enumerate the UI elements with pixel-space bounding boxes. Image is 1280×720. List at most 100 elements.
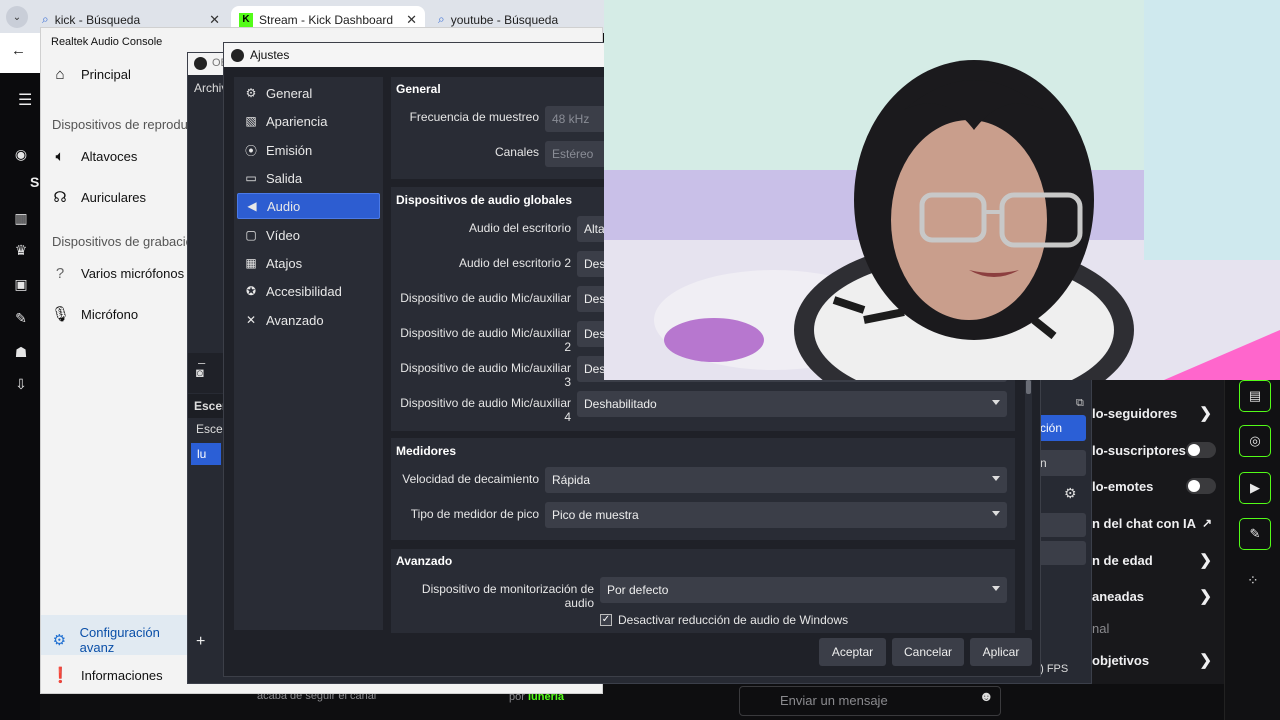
trophy-icon[interactable]: ♛	[12, 241, 30, 259]
nav-video[interactable]: ▢ Vídeo	[237, 222, 380, 248]
kick-setting-goals[interactable]: objetivos ❯	[1092, 648, 1224, 672]
realtek-nav-headphones[interactable]: ☊ Auriculares	[51, 188, 146, 206]
kick-setting-emotes[interactable]: lo-emotes	[1092, 474, 1224, 498]
realtek-nav-main[interactable]: ⌂ Principal	[51, 66, 130, 83]
realtek-nav-mic[interactable]: 🎙︎ Micrófono	[51, 305, 138, 323]
chat-placeholder: Enviar un mensaje	[780, 693, 888, 708]
group-title: General	[396, 82, 441, 96]
chevron-right-icon: ❯	[1199, 588, 1212, 605]
monitor-device-label: Dispositivo de monitorización de audio	[421, 582, 594, 610]
browser-nav-area: ←	[0, 33, 40, 73]
chart-icon[interactable]: ▥	[12, 209, 30, 227]
ok-button[interactable]: Aceptar	[819, 638, 886, 666]
desktop-audio-2-label: Audio del escritorio 2	[458, 256, 571, 270]
close-icon[interactable]: ✕	[406, 12, 417, 28]
nav-accessibility[interactable]: ✪ Accesibilidad	[237, 278, 380, 304]
obs-logo-icon	[194, 57, 207, 70]
obs-preview-controls: –	[188, 353, 224, 393]
output-icon: ▭	[245, 171, 257, 185]
apply-button[interactable]: Aplicar	[970, 638, 1032, 666]
tab-search-chevron-icon[interactable]: ⌄	[6, 6, 28, 28]
add-scene-icon[interactable]: +	[196, 633, 205, 651]
kick-setting-banned[interactable]: aneadas ❯	[1092, 584, 1224, 608]
apps-icon[interactable]: ⁘	[1247, 572, 1259, 589]
scrollbar-thumb[interactable]	[1026, 380, 1031, 394]
nav-label: Atajos	[266, 255, 303, 271]
ducking-checkbox[interactable]: ✓	[600, 614, 612, 626]
recording-section-title: Dispositivos de grabación	[52, 234, 201, 249]
realtek-nav-info[interactable]: ❗ Informaciones	[51, 666, 163, 684]
chat-icon[interactable]: ▤	[1239, 380, 1271, 412]
close-icon[interactable]: ✕	[209, 12, 220, 28]
tab-label: youtube - Búsqueda	[450, 12, 559, 27]
undock-icon[interactable]: ⧉	[1076, 397, 1084, 410]
kick-setting-age[interactable]: n de edad ❯	[1092, 548, 1224, 572]
accessibility-icon: ✪	[245, 284, 257, 298]
select-value: Rápida	[552, 473, 591, 487]
cancel-button[interactable]: Cancelar	[892, 638, 964, 666]
nav-label: Emisión	[266, 142, 313, 158]
peak-select[interactable]: Pico de muestra	[545, 502, 1007, 528]
users-icon[interactable]: ☗	[12, 343, 30, 361]
info-icon: ❗	[51, 667, 70, 684]
realtek-nav-advanced-config[interactable]: ⚙ Configuración avanz	[41, 615, 189, 655]
kick-settings-panel: lo-seguidores ❯ lo-suscriptores lo-emotes…	[1092, 380, 1224, 720]
mic-aux-4-select[interactable]: Deshabilitado	[577, 391, 1007, 417]
toggle-switch[interactable]	[1186, 442, 1216, 458]
gear-icon[interactable]: ⚙	[1064, 485, 1077, 502]
broadcast-icon[interactable]: ◎	[1239, 425, 1271, 457]
wrench-icon[interactable]: ✎	[12, 309, 30, 327]
selected-source[interactable]: lu	[191, 443, 221, 465]
webcam-overlay	[604, 0, 1280, 380]
chevron-right-icon: ❯	[1199, 405, 1212, 422]
wrench-icon[interactable]: ✎	[1239, 518, 1271, 550]
keyboard-icon: ▦	[245, 256, 257, 270]
decay-select[interactable]: Rápida	[545, 467, 1007, 493]
back-arrow-icon[interactable]: ←	[11, 42, 26, 59]
nav-general[interactable]: ⚙ General	[237, 80, 380, 106]
video-icon[interactable]: ▣	[12, 275, 30, 293]
realtek-nav-speakers[interactable]: 🔈︎ Altavoces	[51, 148, 137, 165]
kick-section-letter: S	[30, 174, 40, 190]
peak-label: Tipo de medidor de pico	[410, 507, 539, 521]
kick-setting-subscribers[interactable]: lo-suscriptores	[1092, 438, 1224, 462]
settings-scrollbar[interactable]	[1025, 380, 1032, 630]
select-value: Pico de muestra	[552, 508, 639, 522]
side-button-label: n	[1040, 456, 1047, 470]
microphone-icon: 🎙︎	[51, 306, 71, 323]
group-advanced: Avanzado Dispositivo de monitorización d…	[391, 549, 1015, 633]
monitor-device-select[interactable]: Por defecto	[600, 577, 1007, 603]
toggle-switch[interactable]	[1186, 478, 1216, 494]
window-title: Realtek Audio Console	[51, 36, 163, 48]
kick-setting-label: aneadas	[1092, 588, 1145, 604]
chat-message-input[interactable]: Enviar un mensaje	[739, 686, 1001, 716]
nav-advanced[interactable]: ✕ Avanzado	[237, 307, 380, 333]
realtek-nav-label: Informaciones	[81, 667, 163, 683]
nav-hotkeys[interactable]: ▦ Atajos	[237, 250, 380, 276]
nav-label: Avanzado	[266, 312, 324, 328]
obs-scenes-dock: Escen	[188, 394, 229, 418]
realtek-nav-label: Micrófono	[81, 306, 139, 322]
settings-nav: ⚙ General ▧ Apariencia ⦿ Emisión ▭ Salida ◀ A…	[234, 77, 383, 630]
hamburger-menu-icon[interactable]: ☰	[18, 90, 32, 110]
kick-setting-followers[interactable]: lo-seguidores ❯	[1092, 401, 1224, 425]
camera-icon[interactable]: ◙	[196, 365, 204, 380]
nav-stream[interactable]: ⦿ Emisión	[237, 137, 380, 163]
nav-output[interactable]: ▭ Salida	[237, 165, 380, 191]
chevron-down-icon	[992, 476, 1000, 481]
broadcast-icon[interactable]: ◉	[12, 145, 30, 163]
upload-icon[interactable]: ⇩	[12, 375, 30, 393]
realtek-nav-multi-mic[interactable]: ? Varios micrófonos	[51, 265, 184, 282]
video-camera-icon[interactable]: ▶	[1239, 472, 1271, 504]
external-link-icon: ↗	[1201, 516, 1212, 530]
nav-appearance[interactable]: ▧ Apariencia	[237, 108, 380, 134]
chevron-down-icon	[992, 511, 1000, 516]
kick-setting-ai-chat[interactable]: n del chat con IA ↗	[1092, 511, 1224, 535]
emoji-icon[interactable]: ☻	[979, 688, 994, 704]
nav-audio[interactable]: ◀ Audio	[237, 193, 380, 219]
headphones-icon: ☊	[53, 189, 67, 206]
kick-setting-label: nal	[1092, 620, 1110, 636]
nav-label: Salida	[266, 170, 303, 186]
gear-icon: ⚙	[52, 632, 67, 649]
monitor-icon: ▢	[245, 228, 257, 242]
